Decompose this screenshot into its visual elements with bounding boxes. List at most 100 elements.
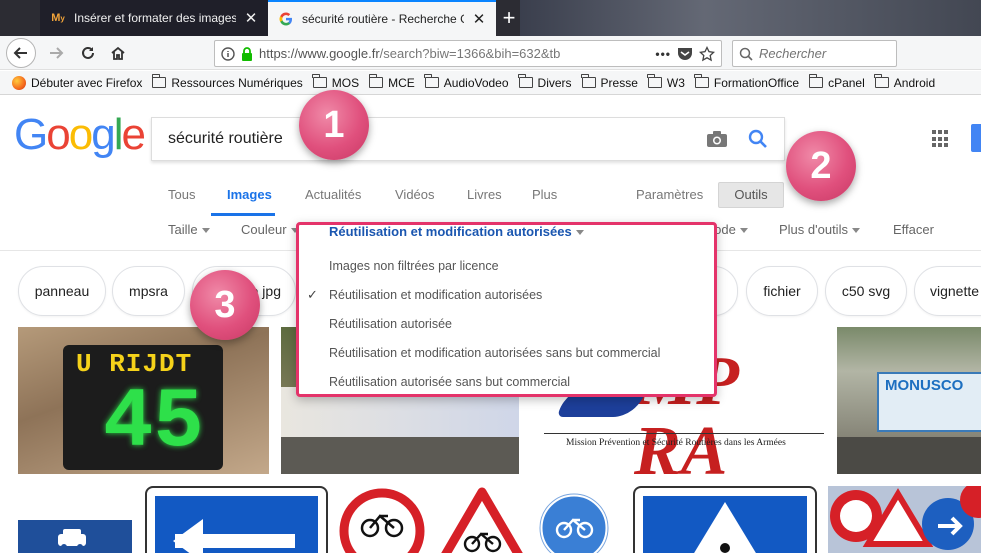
google-logo[interactable]: Google bbox=[14, 110, 146, 160]
bookmark-item[interactable]: MCE bbox=[368, 74, 415, 90]
browser-search-bar[interactable] bbox=[732, 40, 897, 67]
bookmark-item[interactable]: AudioVodeo bbox=[424, 74, 509, 90]
tab-title: sécurité routière - Recherche G bbox=[302, 12, 464, 26]
tab-actualites[interactable]: Actualités bbox=[305, 184, 361, 216]
chip-vignette[interactable]: vignette bbox=[914, 266, 981, 316]
bookmark-item[interactable]: W3 bbox=[647, 74, 685, 90]
chip-c50-svg[interactable]: c50 svg bbox=[825, 266, 907, 316]
close-icon[interactable]: ✕ bbox=[472, 10, 486, 28]
settings-link[interactable]: Paramètres bbox=[636, 184, 703, 216]
search-query[interactable]: sécurité routière bbox=[168, 130, 706, 148]
pedestrian-crossing-icon bbox=[694, 502, 756, 553]
result-image-speed-sign[interactable]: U RIJDT 45 bbox=[18, 327, 269, 474]
sign-in-button[interactable] bbox=[971, 124, 981, 152]
forward-button[interactable] bbox=[42, 39, 70, 67]
desktop-background bbox=[520, 0, 981, 36]
bicycle-warning-icon bbox=[441, 487, 523, 553]
car-icon bbox=[58, 529, 86, 550]
clear-filters-link[interactable]: Effacer bbox=[893, 222, 934, 237]
tab-google[interactable]: sécurité routière - Recherche G ✕ bbox=[268, 0, 496, 36]
bookmark-item[interactable]: FormationOffice bbox=[694, 74, 799, 90]
speed-sign-text: U RIJDT bbox=[76, 349, 193, 379]
tab-videos[interactable]: Vidéos bbox=[395, 184, 435, 216]
home-button[interactable] bbox=[104, 39, 132, 67]
speed-sign-number: 45 bbox=[103, 376, 204, 471]
chip-panneau[interactable]: panneau bbox=[18, 266, 106, 316]
bookmark-item[interactable]: Divers bbox=[518, 74, 572, 90]
chip-mpsra[interactable]: mpsra bbox=[112, 266, 185, 316]
pedestrian-sign-panel bbox=[643, 496, 807, 553]
option-reuse-modify[interactable]: Réutilisation et modification autorisées bbox=[329, 288, 542, 302]
caret-down-icon bbox=[851, 228, 860, 234]
arrow-sign-panel bbox=[155, 496, 318, 553]
result-image-bike-warning-sign[interactable] bbox=[436, 486, 528, 553]
home-icon bbox=[111, 46, 125, 60]
apps-grid-icon[interactable] bbox=[932, 130, 950, 148]
result-image-pedestrian-sign[interactable] bbox=[633, 486, 817, 553]
result-image-monusco[interactable]: MONUSCO bbox=[837, 327, 981, 474]
result-image-no-bike-sign[interactable] bbox=[338, 486, 427, 553]
bookmark-label: MOS bbox=[331, 75, 360, 90]
bookmark-item[interactable]: Débuter avec Firefox bbox=[12, 75, 143, 90]
bookmark-item[interactable]: Android bbox=[874, 74, 936, 90]
bookmark-item[interactable]: Presse bbox=[581, 74, 638, 90]
tools-button[interactable]: Outils bbox=[718, 182, 784, 208]
option-reuse[interactable]: Réutilisation autorisée bbox=[329, 317, 452, 331]
tab-moodle[interactable]: My Insérer et formater des images ✕ bbox=[40, 0, 268, 36]
close-icon[interactable]: ✕ bbox=[244, 9, 258, 27]
result-image-car-sign[interactable] bbox=[18, 520, 132, 553]
navigation-bar: https://www.google.fr/search?biw=1366&bi… bbox=[0, 36, 981, 70]
page-actions-icon[interactable]: ••• bbox=[655, 47, 671, 61]
tab-tous[interactable]: Tous bbox=[168, 184, 195, 216]
bookmark-label: Presse bbox=[600, 75, 638, 90]
step-badge-2: 2 bbox=[786, 131, 856, 201]
size-filter[interactable]: Taille bbox=[168, 222, 210, 237]
info-icon bbox=[221, 46, 235, 61]
color-filter[interactable]: Couleur bbox=[241, 222, 299, 237]
usage-rights-dropdown: Images non filtrées par licence ✓ Réutil… bbox=[296, 222, 717, 397]
bookmark-label: Divers bbox=[537, 75, 572, 90]
folder-icon bbox=[647, 74, 662, 88]
reload-button[interactable] bbox=[74, 39, 102, 67]
result-image-bike-path-sign[interactable] bbox=[539, 486, 609, 553]
firefox-icon bbox=[12, 75, 26, 90]
arrow-left-icon bbox=[13, 47, 27, 59]
chip-fichier[interactable]: fichier bbox=[746, 266, 818, 316]
folder-icon bbox=[151, 74, 167, 88]
camera-icon bbox=[707, 131, 727, 147]
more-tools-filter[interactable]: Plus d'outils bbox=[779, 222, 860, 237]
tab-livres[interactable]: Livres bbox=[467, 184, 502, 216]
option-reuse-modify-noncommercial[interactable]: Réutilisation et modification autorisées… bbox=[329, 346, 660, 360]
option-reuse-noncommercial[interactable]: Réutilisation autorisée sans but commerc… bbox=[329, 375, 570, 389]
tab-plus[interactable]: Plus bbox=[532, 184, 557, 216]
logo-letter: e bbox=[121, 110, 146, 159]
no-bicycle-icon bbox=[339, 488, 425, 553]
option-not-filtered[interactable]: Images non filtrées par licence bbox=[329, 259, 499, 273]
bookmark-item[interactable]: MOS bbox=[312, 74, 360, 90]
url-bar[interactable]: https://www.google.fr/search?biw=1366&bi… bbox=[214, 40, 722, 67]
result-image-arrow-sign[interactable] bbox=[145, 486, 328, 553]
caret-down-icon bbox=[575, 230, 584, 236]
bookmark-label: Débuter avec Firefox bbox=[31, 75, 143, 90]
mpsra-caption: Mission Prévention et Sécurité Routières… bbox=[566, 438, 786, 448]
result-image-sign-pile[interactable] bbox=[828, 486, 981, 553]
bookmark-item[interactable]: cPanel bbox=[808, 74, 865, 90]
browser-window: My Insérer et formater des images ✕ sécu… bbox=[0, 0, 981, 553]
bookmark-label: W3 bbox=[666, 75, 685, 90]
google-search-box[interactable]: sécurité routière bbox=[151, 117, 785, 161]
reload-icon bbox=[82, 46, 94, 59]
bookmark-item[interactable]: Ressources Numériques bbox=[151, 74, 303, 90]
logo-letter: g bbox=[91, 110, 116, 159]
new-tab-button[interactable]: + bbox=[498, 3, 520, 33]
step-badge-1: 1 bbox=[299, 90, 369, 160]
search-icon bbox=[739, 47, 753, 61]
lock-icon bbox=[242, 46, 252, 61]
traffic-signs-pile-icon bbox=[830, 486, 981, 550]
browser-search-input[interactable] bbox=[759, 46, 879, 61]
pocket-icon bbox=[678, 47, 692, 60]
usage-rights-filter-label[interactable]: Réutilisation et modification autorisées bbox=[329, 224, 584, 239]
tab-images[interactable]: Images bbox=[211, 184, 275, 216]
back-button[interactable] bbox=[6, 38, 36, 68]
checkmark-icon: ✓ bbox=[307, 287, 318, 302]
bookmark-label: Android bbox=[893, 75, 936, 90]
